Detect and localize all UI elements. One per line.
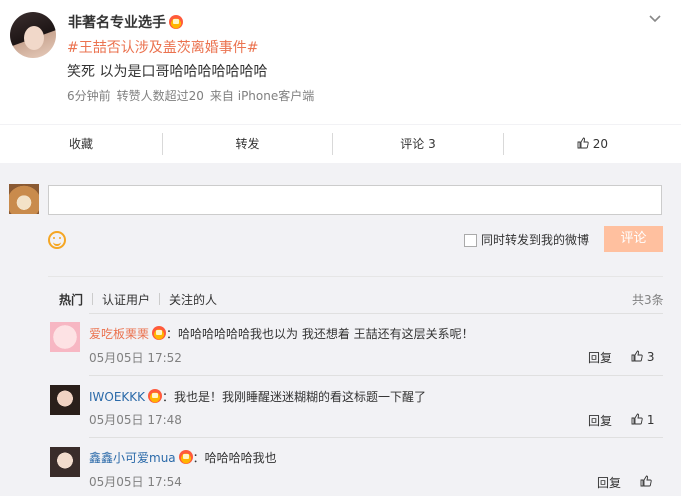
topic-name[interactable]: 王喆 (79, 40, 107, 56)
post-topic-line[interactable]: #王喆否认涉及盖茨离婚事件# (67, 37, 258, 57)
comment-total: 共3条 (632, 293, 664, 307)
repost-checkbox-label[interactable]: 同时转发到我的微博 (481, 231, 589, 248)
comment-reply-button[interactable]: 回复 (588, 412, 612, 429)
tab-divider (159, 293, 161, 305)
post-reposts: 转赞人数超过20 (116, 89, 204, 103)
post-meta: 6分钟前 转赞人数超过20 来自 iPhone客户端 (67, 87, 320, 104)
comment-avatar[interactable] (50, 385, 80, 415)
vip-crown-icon (152, 326, 167, 340)
comment-like-button[interactable]: 1 (631, 413, 654, 427)
thumbs-up-icon (577, 137, 589, 149)
submit-comment-button[interactable]: 评论 (604, 226, 663, 252)
comment-divider (89, 375, 663, 376)
chevron-down-icon[interactable] (646, 12, 664, 30)
comment-like-count: 3 (646, 350, 655, 364)
comment-input[interactable] (48, 185, 662, 215)
favorite-button[interactable]: 收藏 (0, 125, 162, 163)
comment-time: 05月05日 17:54 (89, 475, 182, 489)
comment-avatar[interactable] (50, 447, 80, 477)
comment-row: 鑫鑫小可爱mua ：哈哈哈哈我也 (89, 449, 277, 466)
thumbs-up-icon (631, 350, 643, 362)
post-content: 笑死 以为是口哥哈哈哈哈哈哈哈 (67, 64, 268, 80)
repost-label: 转发 (235, 137, 260, 151)
comment-filter-tabs: 热门 认证用户 关注的人 (59, 291, 217, 308)
comment-time: 05月05日 17:48 (89, 413, 182, 427)
favorite-label: 收藏 (68, 137, 93, 151)
thumbs-up-icon (640, 475, 652, 487)
comment-author[interactable]: IWOEKKK (89, 390, 145, 404)
comment-text: ：哈哈哈哈我也 (192, 451, 277, 465)
topic-hash: # (67, 40, 79, 56)
comment-reply-button[interactable]: 回复 (597, 474, 621, 491)
comment-like-button[interactable]: 3 (631, 350, 654, 364)
post-action-bar: 收藏 转发 评论 3 20 (0, 124, 681, 163)
repost-checkbox[interactable] (464, 234, 477, 247)
topic-rest[interactable]: 否认涉及盖茨离婚事件# (107, 40, 259, 56)
vip-crown-icon (169, 15, 183, 29)
emoji-icon[interactable] (48, 231, 66, 249)
comment-author[interactable]: 鑫鑫小可爱mua (89, 451, 176, 465)
thumbs-up-icon (631, 413, 643, 425)
post-source: 来自 iPhone客户端 (209, 89, 315, 103)
post-time[interactable]: 6分钟前 (67, 89, 111, 103)
comment-text: ：哈哈哈哈哈哈我也以为 我还想着 王喆还有这层关系呢！ (166, 327, 474, 341)
comment-divider (89, 313, 663, 314)
repost-button[interactable]: 转发 (163, 125, 332, 163)
comment-label: 评论 3 (400, 137, 436, 151)
comment-divider (89, 437, 663, 438)
comment-reply-button[interactable]: 回复 (588, 349, 612, 366)
comment-button[interactable]: 评论 3 (333, 125, 503, 163)
comment-author[interactable]: 爱吃板栗栗 (89, 327, 149, 341)
comment-like-count: 1 (646, 413, 655, 427)
comment-avatar[interactable] (50, 322, 80, 352)
poster-username[interactable]: 非著名专业选手 (68, 12, 183, 32)
tab-divider (92, 293, 94, 305)
comment-text: ：我也是！我刚睡醒迷迷糊糊的看这标题一下醒了 (162, 390, 427, 404)
vip-crown-icon (148, 389, 163, 403)
comment-row: 爱吃板栗栗 ：哈哈哈哈哈哈我也以为 我还想着 王喆还有这层关系呢！ (89, 325, 474, 342)
like-button[interactable]: 20 (504, 125, 681, 163)
like-count: 20 (592, 137, 609, 151)
comment-time: 05月05日 17:52 (89, 351, 182, 365)
comments-divider (48, 276, 663, 277)
tab-verified[interactable]: 认证用户 (102, 291, 150, 308)
comment-row: IWOEKKK ：我也是！我刚睡醒迷迷糊糊的看这标题一下醒了 (89, 388, 426, 405)
current-user-avatar[interactable] (9, 184, 39, 214)
tab-following[interactable]: 关注的人 (169, 291, 217, 308)
comment-like-button[interactable] (640, 475, 652, 489)
tab-hot[interactable]: 热门 (59, 291, 83, 308)
poster-name[interactable]: 非著名专业选手 (68, 15, 166, 31)
vip-crown-icon (178, 450, 193, 464)
poster-avatar[interactable] (10, 12, 56, 58)
